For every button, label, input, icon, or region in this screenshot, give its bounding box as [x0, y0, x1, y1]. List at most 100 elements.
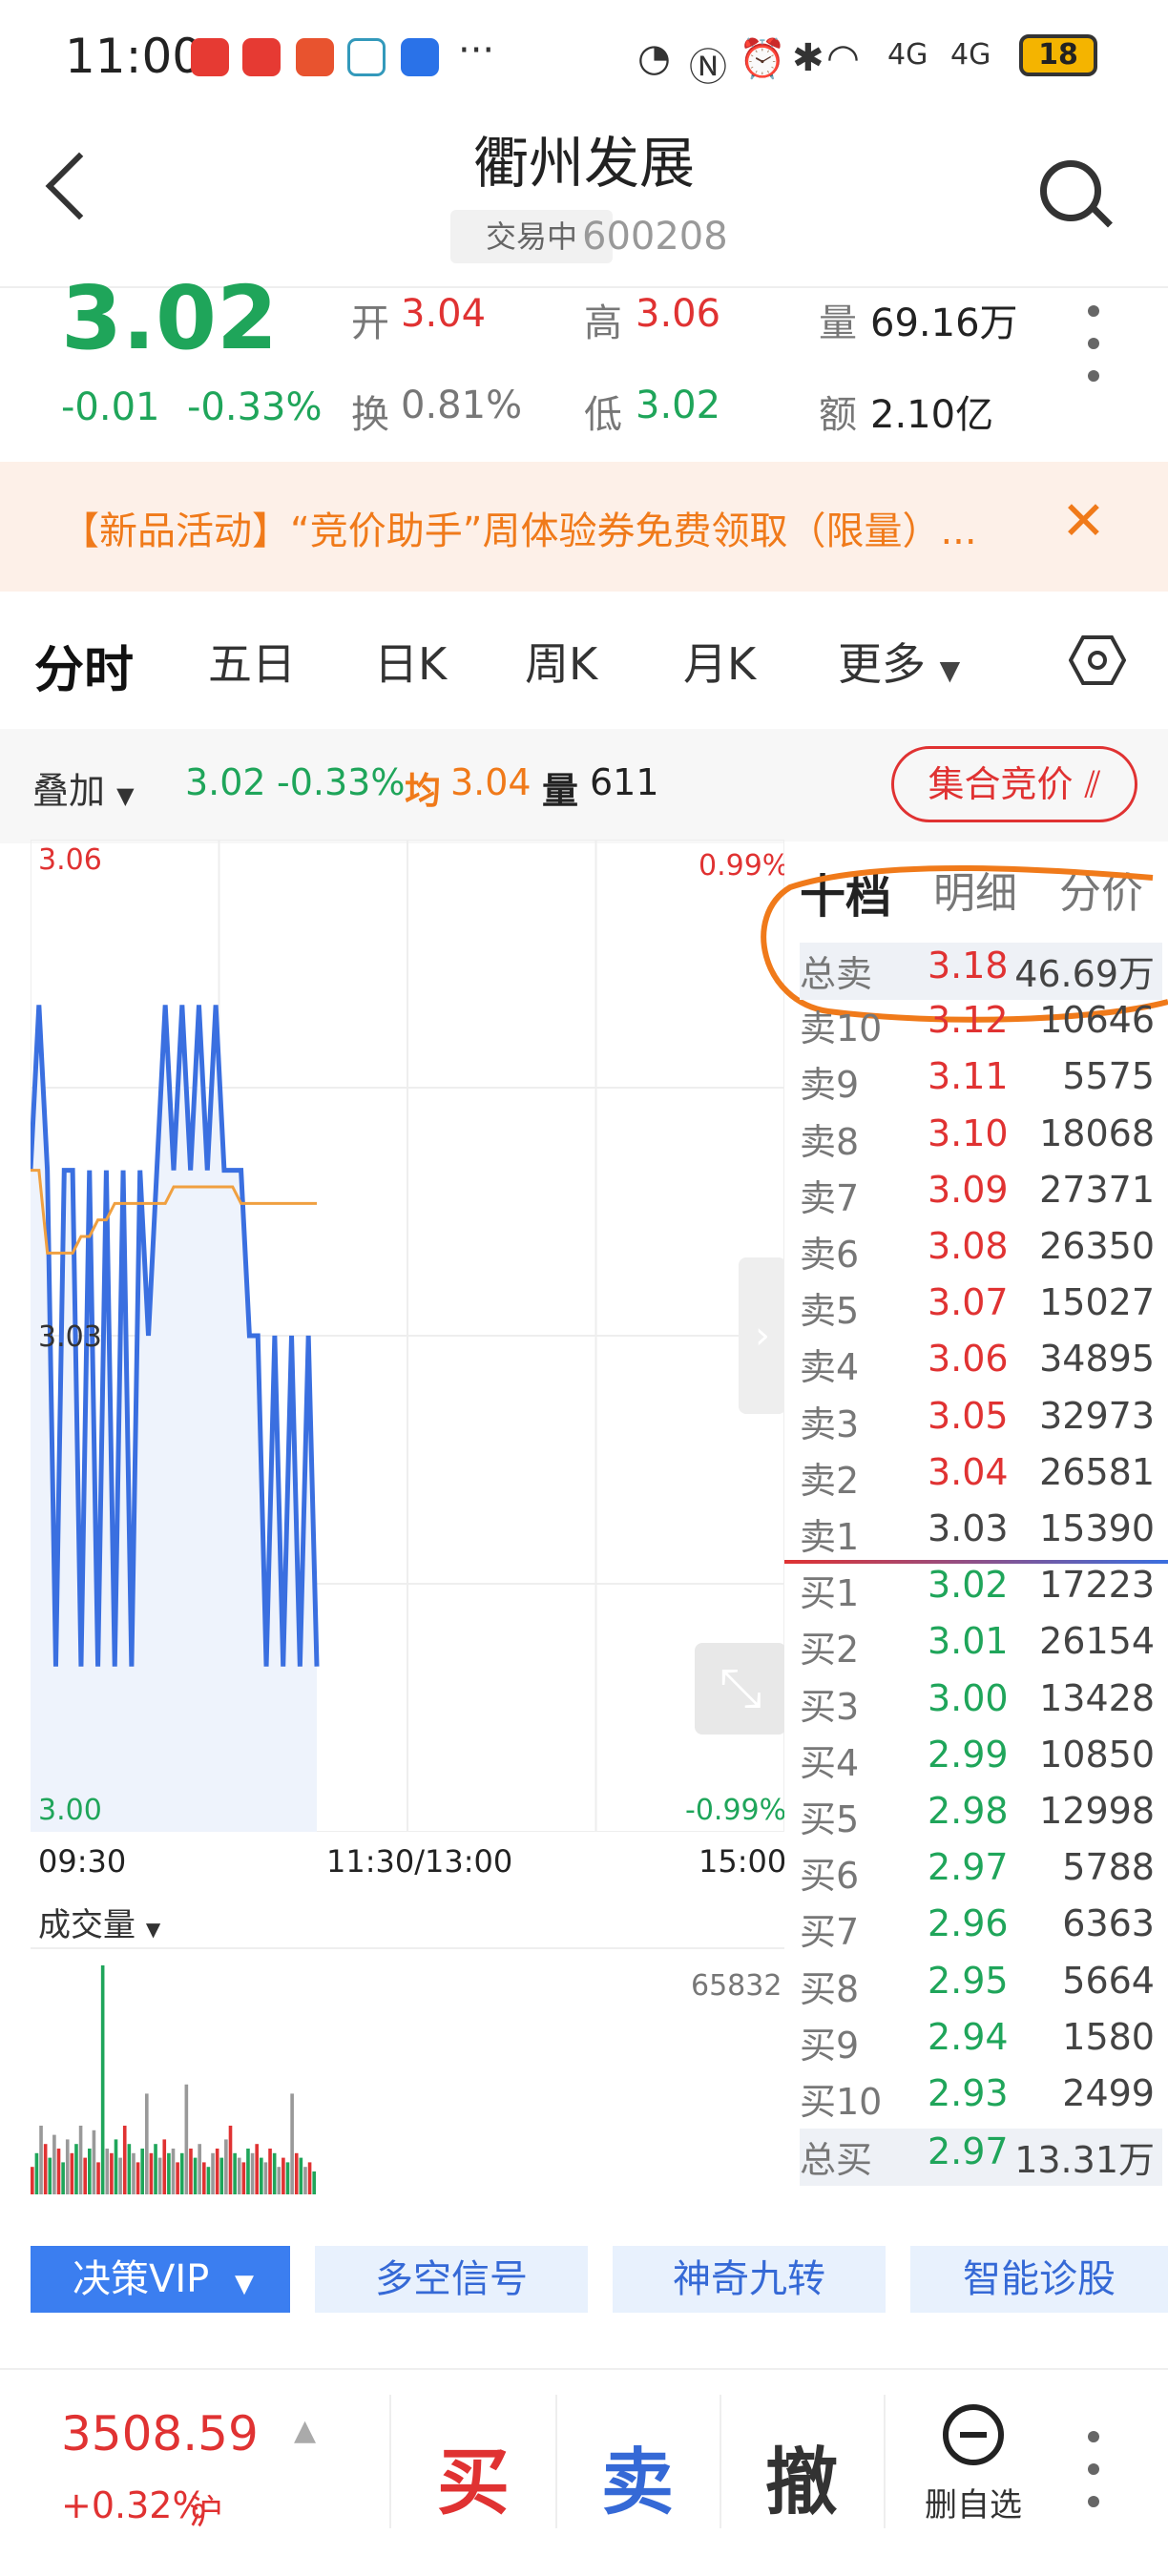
- intraday-chart[interactable]: [31, 840, 784, 1832]
- tab-daily-k[interactable]: 日K: [374, 630, 447, 693]
- volume-bar: [233, 2152, 237, 2194]
- ask-row[interactable]: 卖8 3.10 18068: [800, 1112, 1162, 1168]
- volume-dropdown[interactable]: 成交量 ▼: [38, 1899, 160, 1945]
- volume-bar: [285, 2162, 290, 2194]
- search-icon[interactable]: [1040, 160, 1101, 221]
- overlay-price: 3.02: [185, 761, 266, 803]
- sell-button[interactable]: 卖: [601, 2423, 674, 2528]
- low-label: 低: [584, 393, 622, 437]
- bid-row[interactable]: 买1 3.02 17223: [800, 1564, 1162, 1619]
- ask-row[interactable]: 卖3 3.05 32973: [800, 1395, 1162, 1450]
- volume-bar: [61, 2162, 65, 2194]
- level-price: 3.10: [928, 1111, 1009, 1154]
- tab-more[interactable]: 更多 ▼: [838, 630, 960, 693]
- more-options-icon[interactable]: [1088, 305, 1099, 382]
- promo-banner[interactable]: 【新品活动】“竞价助手”周体验券免费领取（限量）... ✕: [0, 462, 1168, 592]
- level-label: 买3: [800, 1685, 860, 1728]
- level-volume: 5575: [1062, 1055, 1155, 1098]
- volume-bar: [246, 2149, 250, 2194]
- total-sell-row[interactable]: 总卖 3.18 46.69万: [800, 943, 1162, 1000]
- call-auction-button[interactable]: 集合竞价 ⫽: [891, 746, 1137, 822]
- bid-row[interactable]: 买8 2.95 5664: [800, 1960, 1162, 2015]
- volume-bar: [154, 2144, 157, 2194]
- bid-row[interactable]: 买3 3.00 13428: [800, 1677, 1162, 1733]
- volume-bar: [157, 2157, 162, 2194]
- overlay-dropdown[interactable]: 叠加 ▼: [32, 761, 135, 814]
- y-max-label: 3.06: [38, 843, 102, 877]
- level-price: 2.97: [928, 1846, 1009, 1889]
- level-price: 2.95: [928, 1959, 1009, 2002]
- level-volume: 5788: [1062, 1846, 1155, 1889]
- volume-value: 69.16万: [870, 301, 1018, 345]
- level-volume: 13.31万: [1014, 2139, 1155, 2182]
- divider: [884, 2395, 886, 2528]
- remove-watchlist-button[interactable]: 删自选: [916, 2404, 1031, 2525]
- lightbulb-app-icon: [401, 38, 439, 76]
- level-price: 2.99: [928, 1733, 1009, 1776]
- volume-label: 量: [819, 301, 857, 345]
- index-value[interactable]: 3508.59: [61, 2406, 259, 2462]
- bid-row[interactable]: 买9 2.94 1580: [800, 2016, 1162, 2071]
- volume-bar: [92, 2129, 96, 2194]
- close-icon[interactable]: ✕: [1061, 490, 1106, 552]
- level-volume: 15027: [1039, 1281, 1155, 1324]
- signal-4g-icon-2: 4G: [950, 38, 991, 72]
- cancel-order-button[interactable]: 撤: [765, 2423, 838, 2528]
- level-volume: 26154: [1039, 1620, 1155, 1663]
- tab-monthly-k[interactable]: 月K: [683, 630, 756, 693]
- caret-up-icon[interactable]: ▲: [294, 2414, 316, 2447]
- tab-five-day[interactable]: 五日: [208, 630, 296, 693]
- level-volume: 46.69万: [1014, 953, 1155, 995]
- avg-label: 均: [405, 770, 442, 812]
- volume-bar: [136, 2162, 140, 2194]
- overlay-pct: -0.33%: [277, 761, 406, 803]
- level-volume: 10646: [1039, 999, 1155, 1042]
- level-label: 总卖: [800, 953, 873, 995]
- ask-row[interactable]: 卖1 3.03 15390: [800, 1507, 1162, 1563]
- ask-row[interactable]: 卖10 3.12 10646: [800, 999, 1162, 1054]
- decision-vip-button[interactable]: 决策VIP ▼: [31, 2246, 290, 2313]
- volume-bar: [56, 2149, 61, 2194]
- bid-row[interactable]: 买6 2.97 5788: [800, 1846, 1162, 1901]
- volume-bar: [110, 2152, 114, 2194]
- expand-icon[interactable]: ⤡: [695, 1643, 786, 1735]
- level-volume: 34895: [1039, 1338, 1155, 1381]
- bid-row[interactable]: 买10 2.93 2499: [800, 2072, 1162, 2128]
- ask-row[interactable]: 卖2 3.04 26581: [800, 1451, 1162, 1506]
- buy-button[interactable]: 买: [437, 2423, 510, 2528]
- level-volume: 2499: [1062, 2072, 1155, 2114]
- volume-bar: [219, 2157, 224, 2194]
- volume-bar: [272, 2152, 277, 2194]
- magic-nine-button[interactable]: 神奇九转: [613, 2246, 886, 2313]
- status-time: 11:00: [65, 29, 203, 84]
- smart-diagnosis-button[interactable]: 智能诊股: [910, 2246, 1168, 2313]
- chevron-right-icon[interactable]: ›: [739, 1257, 786, 1414]
- ask-row[interactable]: 卖4 3.06 34895: [800, 1338, 1162, 1393]
- total-buy-row[interactable]: 总买 2.97 13.31万: [800, 2129, 1162, 2187]
- caret-down-icon: ▼: [235, 2270, 254, 2298]
- level-volume: 13428: [1039, 1676, 1155, 1719]
- bid-row[interactable]: 买4 2.99 10850: [800, 1734, 1162, 1789]
- y-mid-label: 3.03: [38, 1320, 102, 1354]
- level-label: 卖7: [800, 1176, 860, 1219]
- tab-more-label: 更多: [838, 638, 926, 690]
- volume-bar: [294, 2152, 299, 2194]
- bid-row[interactable]: 买2 3.01 26154: [800, 1620, 1162, 1675]
- ask-row[interactable]: 卖5 3.07 15027: [800, 1281, 1162, 1337]
- level-volume: 5664: [1062, 1959, 1155, 2002]
- ask-row[interactable]: 卖6 3.08 26350: [800, 1225, 1162, 1280]
- bid-row[interactable]: 买7 2.96 6363: [800, 1902, 1162, 1958]
- bid-row[interactable]: 买5 2.98 12998: [800, 1790, 1162, 1845]
- volume-bar: [78, 2126, 83, 2194]
- ask-row[interactable]: 卖7 3.09 27371: [800, 1169, 1162, 1224]
- more-actions-icon[interactable]: [1088, 2431, 1099, 2507]
- volume-bar: [290, 2093, 294, 2194]
- volume-bar: [184, 2084, 189, 2194]
- tab-intraday[interactable]: 分时: [34, 630, 134, 701]
- tab-weekly-k[interactable]: 周K: [525, 630, 597, 693]
- level-volume: 18068: [1039, 1111, 1155, 1154]
- long-short-signal-button[interactable]: 多空信号: [315, 2246, 588, 2313]
- settings-hexagon-icon[interactable]: [1069, 635, 1126, 685]
- level-label: 买5: [800, 1798, 860, 1840]
- ask-row[interactable]: 卖9 3.11 5575: [800, 1055, 1162, 1111]
